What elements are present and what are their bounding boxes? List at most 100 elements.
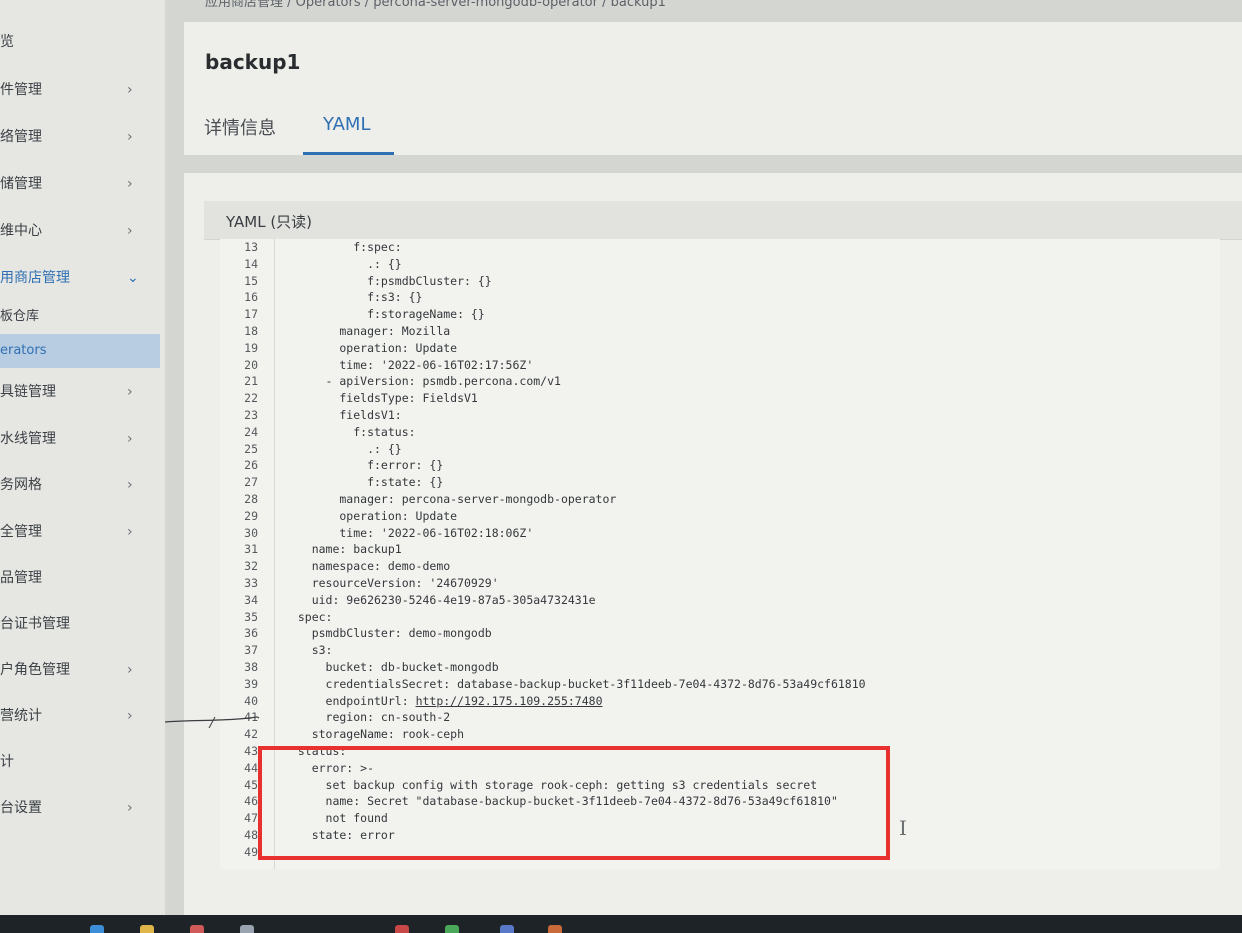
code-text: f:status:	[284, 424, 416, 441]
code-content: f:s3: {}	[284, 290, 423, 305]
endpoint-url-link[interactable]: http://192.175.109.255:7480	[416, 694, 603, 708]
sidebar-item-label: 储管理	[0, 176, 42, 192]
tab-yaml[interactable]: YAML	[323, 114, 370, 135]
chevron-right-icon: ›	[127, 800, 133, 816]
sidebar-item[interactable]: 具链管理 ›	[0, 376, 160, 408]
code-line: 24 f:status:	[220, 424, 1220, 441]
code-line: 37 s3:	[220, 642, 1220, 659]
sidebar-item[interactable]: 板仓库	[0, 301, 160, 333]
breadcrumb[interactable]: 应用商店管理 / Operators / percona-server-mong…	[205, 0, 666, 10]
code-text: psmdbCluster: demo-mongodb	[284, 625, 492, 642]
code-text: bucket: db-bucket-mongodb	[284, 659, 499, 676]
sidebar-item[interactable]: 件管理 ›	[0, 74, 160, 106]
sidebar-item[interactable]: 水线管理 ›	[0, 423, 160, 455]
code-line: 42 storageName: rook-ceph	[220, 726, 1220, 743]
code-text: fieldsType: FieldsV1	[284, 390, 478, 407]
sidebar-item-label: 品管理	[0, 570, 42, 586]
code-line: 39 credentialsSecret: database-backup-bu…	[220, 676, 1220, 693]
line-number: 25	[244, 441, 258, 456]
line-number: 43	[244, 744, 258, 758]
page-title: backup1	[205, 50, 301, 74]
app-icon[interactable]	[395, 925, 409, 933]
code-line: 31 name: backup1	[220, 541, 1220, 558]
code-line: 15 f:psmdbCluster: {}	[220, 273, 1220, 290]
code-line: 18 manager: Mozilla	[220, 323, 1220, 340]
line-number: 31	[244, 542, 258, 557]
sidebar-item[interactable]: 台证书管理	[0, 608, 160, 640]
code-text: s3:	[284, 642, 333, 659]
code-text: .: {}	[284, 441, 402, 458]
code-content: f:state: {}	[284, 475, 444, 490]
sidebar-item[interactable]: 计	[0, 746, 160, 778]
app-icon[interactable]	[445, 925, 459, 933]
code-content: f:error: {}	[284, 458, 444, 473]
code-text: resourceVersion: '24670929'	[284, 575, 499, 592]
line-number: 22	[244, 391, 258, 406]
line-number: 36	[244, 626, 258, 641]
highlight-box	[258, 746, 890, 860]
code-content: f:status:	[284, 424, 416, 439]
sidebar-item[interactable]: 全管理 ›	[0, 516, 160, 548]
code-line: 13 f:spec:	[220, 239, 1220, 256]
code-text: time: '2022-06-16T02:18:06Z'	[284, 525, 533, 542]
line-number: 28	[244, 492, 258, 506]
sidebar-item[interactable]: 务网格 ›	[0, 469, 160, 501]
line-number: 14	[244, 256, 258, 271]
line-number: 46	[244, 794, 258, 809]
code-content: - apiVersion: psmdb.percona.com/v1	[284, 374, 561, 389]
folder-icon[interactable]	[140, 925, 154, 933]
sidebar-item[interactable]: 台设置 ›	[0, 792, 160, 824]
sidebar-item-label: 板仓库	[0, 309, 40, 324]
sidebar-item[interactable]: 营统计 ›	[0, 700, 160, 732]
pen-mark	[164, 716, 260, 729]
sidebar-item[interactable]: 用商店管理 ⌄	[0, 262, 160, 294]
line-number: 49	[244, 844, 258, 859]
code-line: 26 f:error: {}	[220, 457, 1220, 474]
sidebar-item[interactable]: 络管理 ›	[0, 121, 160, 153]
sidebar-item[interactable]: 维中心 ›	[0, 215, 160, 247]
app-icon[interactable]	[240, 925, 254, 933]
sidebar-item-label: 览	[0, 34, 14, 50]
sidebar-item-label: 络管理	[0, 129, 42, 145]
code-line: 36 psmdbCluster: demo-mongodb	[220, 625, 1220, 642]
code-text: manager: percona-server-mongodb-operator	[284, 491, 616, 508]
code-line: 34 uid: 9e626230-5246-4e19-87a5-305a4732…	[220, 592, 1220, 609]
sidebar-item[interactable]: 户角色管理 ›	[0, 654, 160, 686]
line-number: 13	[244, 240, 258, 254]
chevron-right-icon: ›	[127, 524, 133, 540]
app-icon[interactable]	[500, 925, 514, 933]
tab-details[interactable]: 详情信息	[204, 114, 276, 140]
sidebar-item[interactable]: 品管理	[0, 562, 160, 594]
code-line: 27 f:state: {}	[220, 474, 1220, 491]
line-number: 27	[244, 475, 258, 490]
code-content: uid: 9e626230-5246-4e19-87a5-305a4732431…	[284, 592, 596, 607]
code-content: psmdbCluster: demo-mongodb	[284, 626, 492, 641]
code-content: namespace: demo-demo	[284, 559, 451, 574]
line-number: 29	[244, 508, 258, 523]
code-text: - apiVersion: psmdb.percona.com/v1	[284, 373, 561, 390]
chevron-right-icon: ›	[127, 176, 133, 192]
sidebar-item[interactable]: erators	[0, 334, 160, 368]
code-line: 20 time: '2022-06-16T02:17:56Z'	[220, 357, 1220, 374]
code-text: name: backup1	[284, 541, 402, 558]
line-number: 40	[244, 693, 258, 708]
code-text: f:spec:	[284, 239, 402, 256]
code-text: operation: Update	[284, 340, 457, 357]
code-text: fieldsV1:	[284, 407, 401, 424]
code-content: region: cn-south-2	[284, 710, 451, 725]
line-number: 20	[244, 357, 258, 372]
code-content: f:spec:	[284, 240, 402, 254]
app-icon[interactable]	[190, 925, 204, 933]
sidebar: 览件管理 › 络管理 › 储管理 › 维中心 › 用商店管理 ⌄ 板仓库 erators 具链管理 › 水线…	[0, 0, 165, 915]
browser-icon[interactable]	[90, 925, 104, 933]
code-text: f:s3: {}	[284, 289, 422, 306]
line-number: 44	[244, 760, 258, 775]
code-content: fieldsType: FieldsV1	[284, 391, 478, 406]
line-number: 19	[244, 340, 258, 355]
sidebar-item[interactable]: 览	[0, 26, 160, 58]
app-icon[interactable]	[548, 925, 562, 933]
chevron-right-icon: ›	[127, 223, 133, 239]
code-content: resourceVersion: '24670929'	[284, 576, 499, 590]
sidebar-item[interactable]: 储管理 ›	[0, 168, 160, 200]
code-text: time: '2022-06-16T02:17:56Z'	[284, 357, 533, 374]
